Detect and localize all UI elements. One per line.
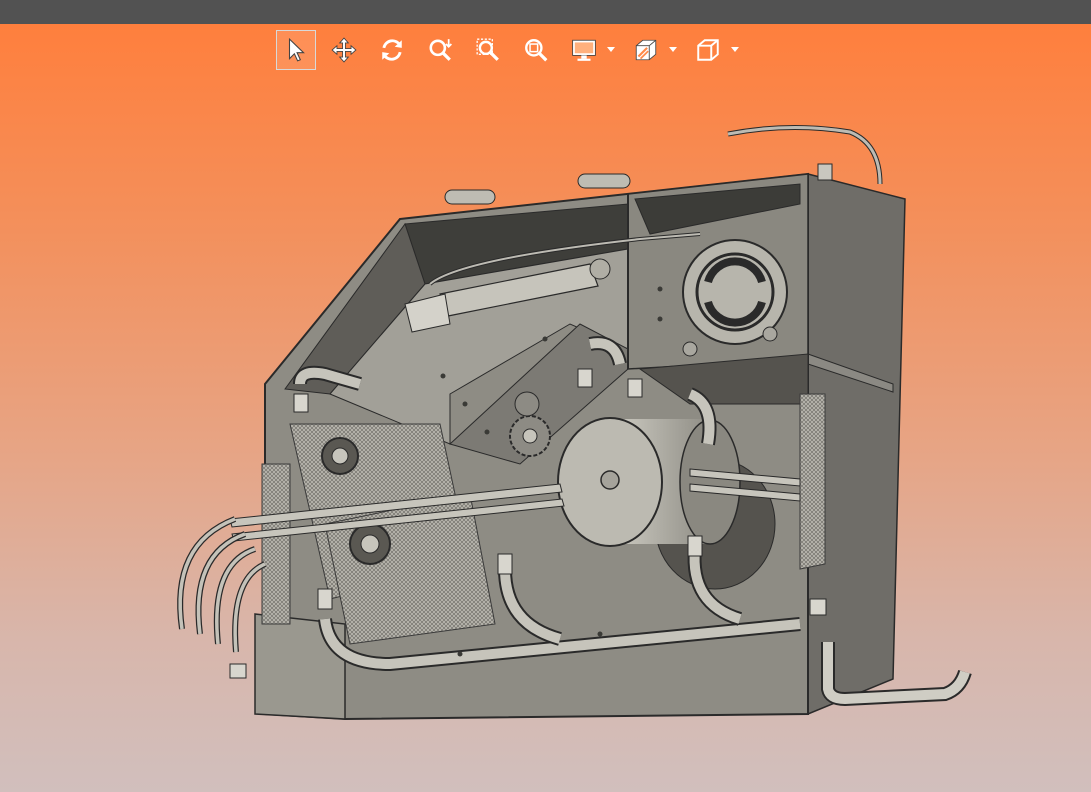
cad-model-assembly[interactable] [0, 24, 1091, 792]
window-titlebar [0, 0, 1091, 24]
3d-viewport[interactable] [0, 24, 1091, 792]
